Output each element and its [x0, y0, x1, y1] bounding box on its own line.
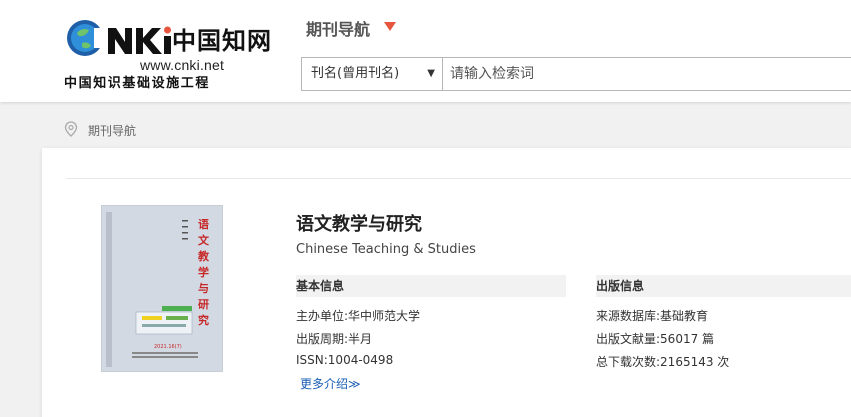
- info-label: ISSN:: [296, 353, 328, 367]
- publication-info-heading-label: 出版信息: [596, 279, 645, 293]
- basic-info-heading-label: 基本信息: [296, 279, 345, 293]
- info-label: 主办单位:: [296, 309, 349, 323]
- more-intro-label: 更多介绍: [300, 377, 349, 391]
- svg-text:与: 与: [198, 282, 209, 295]
- info-label: 来源数据库:: [596, 309, 661, 323]
- svg-text:语: 语: [198, 217, 209, 231]
- more-intro-link[interactable]: 更多介绍≫: [300, 375, 361, 392]
- info-row-issn: ISSN:1004-0498: [296, 353, 393, 367]
- search-field-select[interactable]: 刊名(曾用刊名) ▼: [301, 57, 443, 91]
- search-input[interactable]: 请输入检索词: [443, 57, 851, 91]
- basic-info-heading: 基本信息: [296, 275, 566, 297]
- info-row-frequency: 出版周期:半月: [296, 330, 372, 347]
- search-placeholder: 请输入检索词: [450, 66, 534, 82]
- info-label: 出版周期:: [296, 332, 349, 346]
- info-value: 半月: [348, 332, 373, 346]
- journal-title: 语文教学与研究: [296, 214, 422, 235]
- breadcrumb-item-journal-nav[interactable]: 期刊导航: [88, 122, 136, 139]
- info-label: 出版文献量:: [596, 332, 661, 346]
- info-row-sponsor: 主办单位:华中师范大学: [296, 307, 420, 324]
- journal-nav-title[interactable]: 期刊导航: [306, 16, 370, 40]
- svg-text:研: 研: [198, 298, 209, 311]
- search-field-selected: 刊名(曾用刊名): [311, 66, 400, 81]
- logo-chinese-name: 中国知网: [172, 26, 272, 55]
- info-row-article-count: 出版文献量:56017 篇: [596, 330, 714, 347]
- logo-url: www.cnki.net: [140, 57, 225, 73]
- info-value: 华中师范大学: [348, 309, 421, 323]
- svg-text:学: 学: [198, 265, 209, 279]
- svg-text:2021.16(7): 2021.16(7): [154, 344, 182, 350]
- info-row-source-database: 来源数据库:基础教育: [596, 307, 708, 324]
- info-value: 2165143 次: [660, 355, 730, 369]
- double-chevron-down-icon: ≫: [348, 377, 361, 391]
- info-row-download-count: 总下载次数:2165143 次: [596, 353, 729, 370]
- divider: [66, 178, 851, 179]
- dropdown-arrow-icon: ▼: [427, 68, 435, 79]
- journal-detail-card: 语 文 教 学 与 研 究 2021.16(7) 语文教学与研究 Chinese…: [42, 148, 851, 417]
- caret-down-icon[interactable]: [384, 22, 396, 31]
- cnki-logo[interactable]: 中国知网 www.cnki.net 中国知识基础设施工程: [64, 14, 271, 91]
- location-pin-icon: [64, 121, 78, 137]
- svg-text:文: 文: [198, 233, 210, 247]
- svg-text:究: 究: [198, 313, 209, 327]
- svg-text:教: 教: [197, 249, 210, 263]
- info-value: 56017 篇: [660, 332, 715, 346]
- journal-english-title: Chinese Teaching & Studies: [296, 242, 476, 257]
- info-label: 总下载次数:: [596, 355, 661, 369]
- publication-info-heading: 出版信息: [596, 275, 851, 297]
- info-value: 基础教育: [660, 309, 709, 323]
- info-value: 1004-0498: [327, 353, 394, 367]
- cover-art: 语 文 教 学 与 研 究 2021.16(7): [102, 206, 222, 371]
- logo-subtitle: 中国知识基础设施工程: [64, 76, 211, 91]
- site-header: 中国知网 www.cnki.net 中国知识基础设施工程 期刊导航 刊名(曾用刊…: [0, 0, 851, 102]
- journal-cover-image[interactable]: 语 文 教 学 与 研 究 2021.16(7): [101, 205, 223, 372]
